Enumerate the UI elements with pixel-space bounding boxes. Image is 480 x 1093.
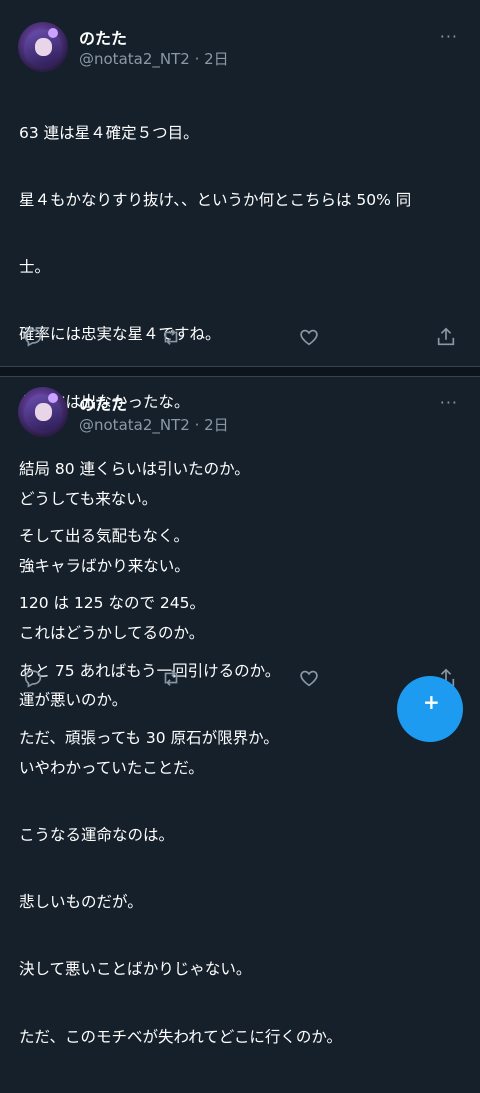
tweet-line: 悲しいものだが。 — [19, 893, 143, 912]
more-options-icon[interactable]: ··· — [440, 27, 458, 46]
avatar-ornament — [48, 28, 58, 38]
tweet-text: どうしても来ない。 強キャラばかり来ない。 これはどうかしてるのか。 運が悪いの… — [19, 443, 470, 1093]
tweet-line: 士。 — [19, 258, 51, 277]
like-icon[interactable] — [298, 667, 322, 691]
compose-plus-icon: + — [423, 690, 440, 714]
avatar[interactable] — [18, 22, 68, 72]
tweet-line: 決して悪いことばかりじゃない。 — [19, 960, 252, 979]
share-icon[interactable] — [435, 326, 459, 350]
compose-tweet-button[interactable]: + — [397, 676, 463, 742]
like-icon[interactable] — [298, 326, 322, 350]
retweet-icon[interactable] — [160, 667, 184, 691]
retweet-icon[interactable] — [160, 326, 184, 350]
author-name[interactable]: のたた — [79, 25, 127, 49]
reply-icon[interactable] — [22, 667, 46, 691]
tweet-line: 星４もかなりすり抜け、、というか何とこちらは 50% 同 — [19, 191, 412, 210]
avatar[interactable] — [18, 387, 68, 437]
author-name[interactable]: のたた — [79, 391, 127, 415]
handle-and-time[interactable]: @notata2_NT2 · 2日 — [79, 48, 229, 69]
tweet-line: これはどうかしてるのか。 — [19, 624, 205, 643]
tweet-1[interactable]: のたた @notata2_NT2 · 2日 ··· 63 連は星４確定５つ目。 … — [0, 0, 480, 747]
tweet-line: 強キャラばかり来ない。 — [19, 557, 190, 576]
handle-and-time[interactable]: @notata2_NT2 · 2日 — [79, 414, 229, 435]
avatar-ornament — [48, 393, 58, 403]
tweet-line: ただ、このモチベが失われてどこに行くのか。 — [19, 1027, 343, 1046]
more-options-icon[interactable]: ··· — [440, 393, 458, 412]
tweet-line: いやわかっていたことだ。 — [19, 758, 204, 777]
avatar-face — [35, 38, 52, 56]
reply-icon[interactable] — [22, 326, 46, 350]
tweet-2[interactable]: のたた @notata2_NT2 · 2日 ··· どうしても来ない。 強キャラ… — [0, 377, 480, 1046]
avatar-face — [35, 403, 52, 421]
tweet-line: こうなる運命なのは。 — [19, 825, 175, 844]
tweet-actions — [0, 326, 480, 350]
tweet-divider — [0, 366, 480, 377]
tweet-line: どうしても来ない。 — [19, 489, 158, 508]
tweet-line: 63 連は星４確定５つ目。 — [19, 123, 199, 142]
